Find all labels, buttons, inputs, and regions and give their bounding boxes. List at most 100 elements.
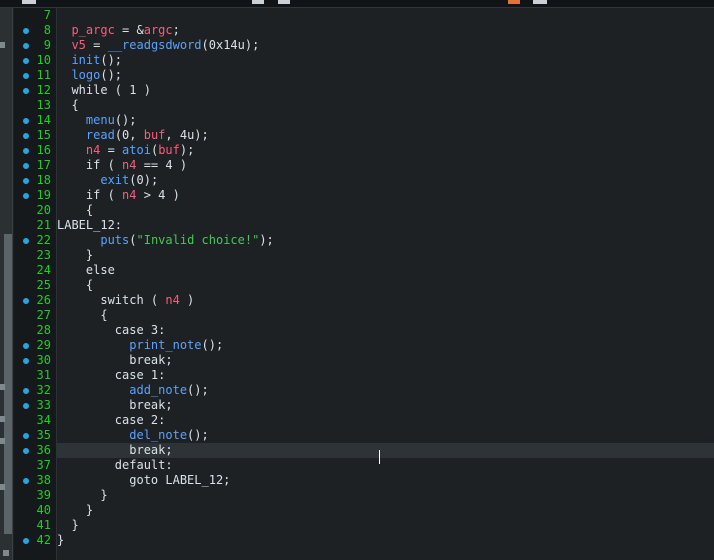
code-text: switch ( n4 ) [57,293,195,307]
code-line[interactable]: 12 while ( 1 ) [23,83,714,98]
line-number: 40 [36,503,51,517]
line-number: 8 [43,23,51,37]
line-number: 11 [36,68,51,82]
code-line[interactable]: 29 print_note(); [23,338,714,353]
code-line[interactable]: 8 p_argc = &argc; [23,23,714,38]
line-number: 35 [36,428,51,442]
code-text: while ( 1 ) [57,83,151,97]
panel-marker-icon [0,484,5,490]
code-line[interactable]: 31 case 1: [37,368,714,383]
code-text: } [57,488,108,502]
code-line[interactable]: 10 init(); [23,53,714,68]
code-text: read(0, buf, 4u); [85,128,209,142]
line-number: 30 [36,353,51,367]
code-text: } [57,248,94,262]
code-line[interactable]: 33 break; [23,398,714,413]
code-text: if ( n4 == 4 ) [57,158,188,172]
code-line[interactable]: 27 { [37,308,714,323]
code-line[interactable]: 18 exit(0); [23,173,714,188]
line-number: 33 [36,398,51,412]
line-number: 31 [36,368,51,382]
code-text: { [57,98,79,112]
code-line[interactable]: 22 puts("Invalid choice!"); [23,233,714,248]
line-number: 41 [36,518,51,532]
tab-close-icon[interactable] [508,0,520,4]
code-line[interactable]: 17 if ( n4 == 4 ) [23,158,714,173]
line-number: 28 [36,323,51,337]
code-text: goto LABEL_12; [57,473,231,487]
code-text: break; [57,353,173,367]
panel-marker-icon [0,438,5,444]
code-line[interactable]: 23 } [37,248,714,263]
code-line[interactable]: 20 { [37,203,714,218]
code-text: logo(); [71,68,123,82]
line-number: 34 [36,413,51,427]
line-number: 10 [36,53,51,67]
code-line[interactable]: 36 break; [23,443,714,458]
panel-marker-icon [0,384,5,390]
code-line[interactable]: 34 case 2: [37,413,714,428]
code-text: { [57,203,94,217]
code-text: case 3: [57,323,166,337]
code-line[interactable]: 14 menu(); [23,113,714,128]
code-line[interactable]: 16 n4 = atoi(buf); [23,143,714,158]
code-text: { [57,308,108,322]
top-toolbar [0,0,714,8]
code-line[interactable]: 24 else [37,263,714,278]
line-number: 26 [36,293,51,307]
code-text: print_note(); [129,338,224,352]
line-number: 18 [36,173,51,187]
code-line[interactable]: 35 del_note(); [23,428,714,443]
line-number: 15 [36,128,51,142]
code-text: del_note(); [129,428,209,442]
line-number: 20 [36,203,51,217]
code-line[interactable]: 9 v5 = __readgsdword(0x14u); [23,38,714,53]
code-line[interactable]: 38 goto LABEL_12; [23,473,714,488]
resize-corner-icon[interactable] [3,550,9,556]
code-line[interactable]: 41 } [37,518,714,533]
code-text: v5 = __readgsdword(0x14u); [71,38,260,52]
line-number: 21 [36,218,51,232]
code-text: } [57,503,94,517]
code-line[interactable]: 25 { [37,278,714,293]
line-number: 14 [36,113,51,127]
pseudocode-view[interactable]: 78 p_argc = &argc; 9 v5 = __readgsdword(0… [23,8,714,560]
panel-toggle-icon[interactable] [0,42,5,48]
code-line[interactable]: 21 LABEL_12: [37,218,714,233]
panel-marker-icon [0,416,5,422]
line-number: 38 [36,473,51,487]
code-line[interactable]: 32 add_note(); [23,383,714,398]
panel-scroll-thumb[interactable] [4,234,12,534]
code-line[interactable]: 19 if ( n4 > 4 ) [23,188,714,203]
code-line[interactable]: 37 default: [37,458,714,473]
code-line[interactable]: 13 { [37,98,714,113]
line-number: 12 [36,83,51,97]
code-line[interactable]: 40 } [37,503,714,518]
code-line[interactable]: 11 logo(); [23,68,714,83]
tab-strip-middle[interactable] [252,0,264,4]
code-line[interactable]: 42} [23,533,714,548]
line-number: 36 [36,443,51,457]
code-text: add_note(); [129,383,209,397]
line-number: 23 [36,248,51,262]
code-text: LABEL_12: [57,218,123,232]
code-line[interactable]: 28 case 3: [37,323,714,338]
tab-strip-right[interactable] [533,0,547,4]
code-text: else [57,263,115,277]
code-text: } [57,533,65,547]
code-line[interactable]: 7 [44,8,714,23]
line-number: 9 [43,38,51,52]
code-line[interactable]: 15 read(0, buf, 4u); [23,128,714,143]
code-text: case 2: [57,413,166,427]
code-line[interactable]: 39 } [37,488,714,503]
code-text: puts("Invalid choice!"); [100,233,274,247]
code-line[interactable]: 26 switch ( n4 ) [23,293,714,308]
tab-strip-active[interactable] [278,0,290,4]
code-line[interactable]: 30 break; [23,353,714,368]
code-text: exit(0); [100,173,159,187]
code-text: init(); [71,53,123,67]
line-number: 29 [36,338,51,352]
tab-strip-left[interactable] [22,0,36,4]
code-text: break; [57,443,173,457]
code-text: if ( n4 > 4 ) [57,188,180,202]
